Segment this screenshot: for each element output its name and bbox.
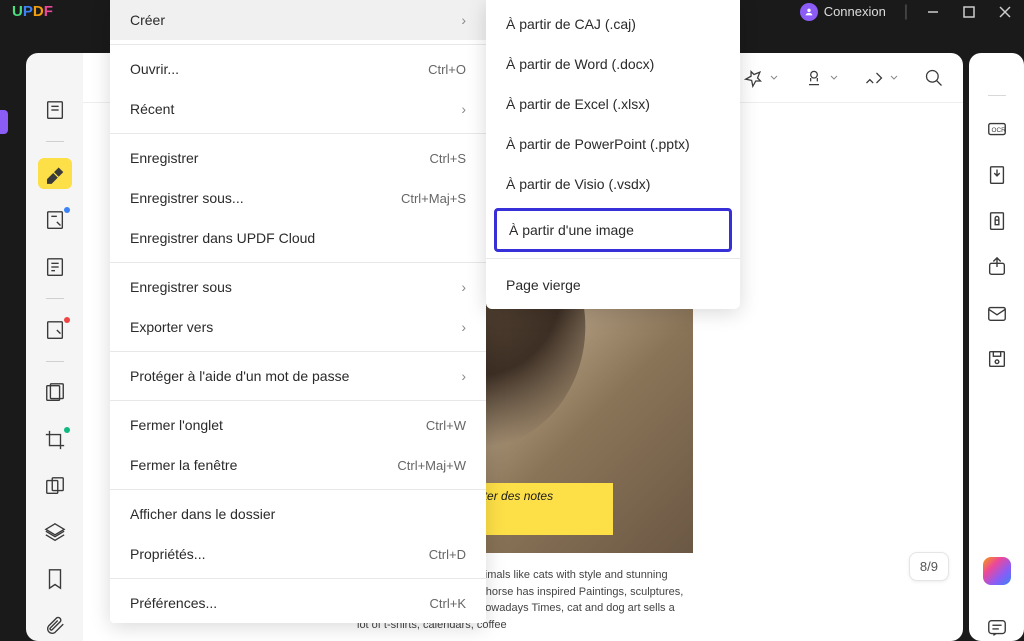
menu-save-as[interactable]: Enregistrer sous... Ctrl+Maj+S bbox=[110, 178, 486, 218]
submenu-blank[interactable]: Page vierge bbox=[486, 265, 740, 305]
menu-label: Protéger à l'aide d'un mot de passe bbox=[130, 368, 349, 384]
shortcut: Ctrl+K bbox=[430, 596, 466, 611]
submenu-label: Page vierge bbox=[506, 277, 581, 293]
connexion-button[interactable]: Connexion bbox=[800, 3, 886, 21]
menu-label: Enregistrer sous... bbox=[130, 190, 244, 206]
menu-close-window[interactable]: Fermer la fenêtre Ctrl+Maj+W bbox=[110, 445, 486, 485]
shortcut: Ctrl+Maj+S bbox=[401, 191, 466, 206]
menu-label: Récent bbox=[130, 101, 174, 117]
protect-tool[interactable] bbox=[984, 208, 1010, 234]
email-tool[interactable] bbox=[984, 300, 1010, 326]
submenu-word[interactable]: À partir de Word (.docx) bbox=[486, 44, 740, 84]
submenu-label: À partir d'une image bbox=[509, 222, 634, 238]
organize-tool[interactable] bbox=[38, 378, 72, 408]
menu-label: Exporter vers bbox=[130, 319, 213, 335]
compress-tool[interactable] bbox=[984, 162, 1010, 188]
submenu-label: À partir de CAJ (.caj) bbox=[506, 16, 636, 32]
crop-tool[interactable] bbox=[38, 425, 72, 455]
menu-save-as-2[interactable]: Enregistrer sous › bbox=[110, 267, 486, 307]
menu-label: Enregistrer sous bbox=[130, 279, 232, 295]
maximize-button[interactable] bbox=[962, 5, 976, 19]
connexion-label: Connexion bbox=[824, 4, 886, 19]
menu-properties[interactable]: Propriétés... Ctrl+D bbox=[110, 534, 486, 574]
menu-save-cloud[interactable]: Enregistrer dans UPDF Cloud bbox=[110, 218, 486, 258]
comment-tool[interactable] bbox=[38, 158, 72, 188]
left-toolbar bbox=[26, 53, 83, 641]
menu-close-tab[interactable]: Fermer l'onglet Ctrl+W bbox=[110, 405, 486, 445]
menu-create[interactable]: Créer › bbox=[110, 0, 486, 40]
save-tool[interactable] bbox=[984, 346, 1010, 372]
menu-label: Fermer l'onglet bbox=[130, 417, 223, 433]
attachment-tool[interactable] bbox=[38, 611, 72, 641]
menu-label: Préférences... bbox=[130, 595, 217, 611]
edit-tool[interactable] bbox=[38, 205, 72, 235]
stamp-tool[interactable] bbox=[803, 67, 839, 89]
shortcut: Ctrl+S bbox=[430, 151, 466, 166]
shortcut: Ctrl+D bbox=[429, 547, 466, 562]
submenu-visio[interactable]: À partir de Visio (.vsdx) bbox=[486, 164, 740, 204]
submenu-label: À partir de Word (.docx) bbox=[506, 56, 654, 72]
close-button[interactable] bbox=[998, 5, 1012, 19]
combine-tool[interactable] bbox=[38, 471, 72, 501]
user-icon bbox=[800, 3, 818, 21]
bookmark-tool[interactable] bbox=[38, 564, 72, 594]
chevron-right-icon: › bbox=[461, 12, 466, 28]
create-submenu: À partir de CAJ (.caj) À partir de Word … bbox=[486, 0, 740, 309]
layers-tool[interactable] bbox=[38, 518, 72, 548]
submenu-image[interactable]: À partir d'une image bbox=[494, 208, 732, 252]
svg-text:OCR: OCR bbox=[991, 127, 1006, 134]
separator: | bbox=[904, 3, 908, 21]
submenu-powerpoint[interactable]: À partir de PowerPoint (.pptx) bbox=[486, 124, 740, 164]
menu-recent[interactable]: Récent › bbox=[110, 89, 486, 129]
menu-label: Ouvrir... bbox=[130, 61, 179, 77]
menu-label: Enregistrer bbox=[130, 150, 198, 166]
file-menu: Créer › Ouvrir... Ctrl+O Récent › Enregi… bbox=[110, 0, 486, 623]
menu-label: Enregistrer dans UPDF Cloud bbox=[130, 230, 315, 246]
app-logo: UPDF bbox=[12, 3, 53, 20]
share-tool[interactable] bbox=[984, 254, 1010, 280]
submenu-excel[interactable]: À partir de Excel (.xlsx) bbox=[486, 84, 740, 124]
shortcut: Ctrl+O bbox=[428, 62, 466, 77]
right-toolbar: OCR bbox=[969, 53, 1024, 641]
chevron-right-icon: › bbox=[461, 101, 466, 117]
submenu-label: À partir de Excel (.xlsx) bbox=[506, 96, 650, 112]
pin-tool[interactable] bbox=[743, 67, 779, 89]
reader-tool[interactable] bbox=[38, 95, 72, 125]
form-tool[interactable] bbox=[38, 315, 72, 345]
submenu-caj[interactable]: À partir de CAJ (.caj) bbox=[486, 4, 740, 44]
chevron-right-icon: › bbox=[461, 279, 466, 295]
ai-assistant[interactable] bbox=[983, 557, 1011, 585]
submenu-label: À partir de PowerPoint (.pptx) bbox=[506, 136, 690, 152]
menu-label: Fermer la fenêtre bbox=[130, 457, 237, 473]
page-tool[interactable] bbox=[38, 251, 72, 281]
menu-label: Créer bbox=[130, 12, 165, 28]
page-indicator[interactable]: 8/9 bbox=[909, 552, 949, 581]
submenu-label: À partir de Visio (.vsdx) bbox=[506, 176, 650, 192]
chevron-right-icon: › bbox=[461, 319, 466, 335]
ocr-tool[interactable]: OCR bbox=[984, 116, 1010, 142]
menu-label: Propriétés... bbox=[130, 546, 205, 562]
menu-label: Afficher dans le dossier bbox=[130, 506, 275, 522]
menu-export[interactable]: Exporter vers › bbox=[110, 307, 486, 347]
chevron-right-icon: › bbox=[461, 368, 466, 384]
menu-save[interactable]: Enregistrer Ctrl+S bbox=[110, 138, 486, 178]
tab-indicator bbox=[0, 110, 8, 134]
search-icon[interactable] bbox=[923, 67, 945, 89]
menu-open[interactable]: Ouvrir... Ctrl+O bbox=[110, 49, 486, 89]
shortcut: Ctrl+W bbox=[426, 418, 466, 433]
chat-tool[interactable] bbox=[984, 615, 1010, 641]
menu-preferences[interactable]: Préférences... Ctrl+K bbox=[110, 583, 486, 623]
menu-show-folder[interactable]: Afficher dans le dossier bbox=[110, 494, 486, 534]
minimize-button[interactable] bbox=[926, 5, 940, 19]
menu-protect[interactable]: Protéger à l'aide d'un mot de passe › bbox=[110, 356, 486, 396]
signature-tool[interactable] bbox=[863, 67, 899, 89]
shortcut: Ctrl+Maj+W bbox=[397, 458, 466, 473]
